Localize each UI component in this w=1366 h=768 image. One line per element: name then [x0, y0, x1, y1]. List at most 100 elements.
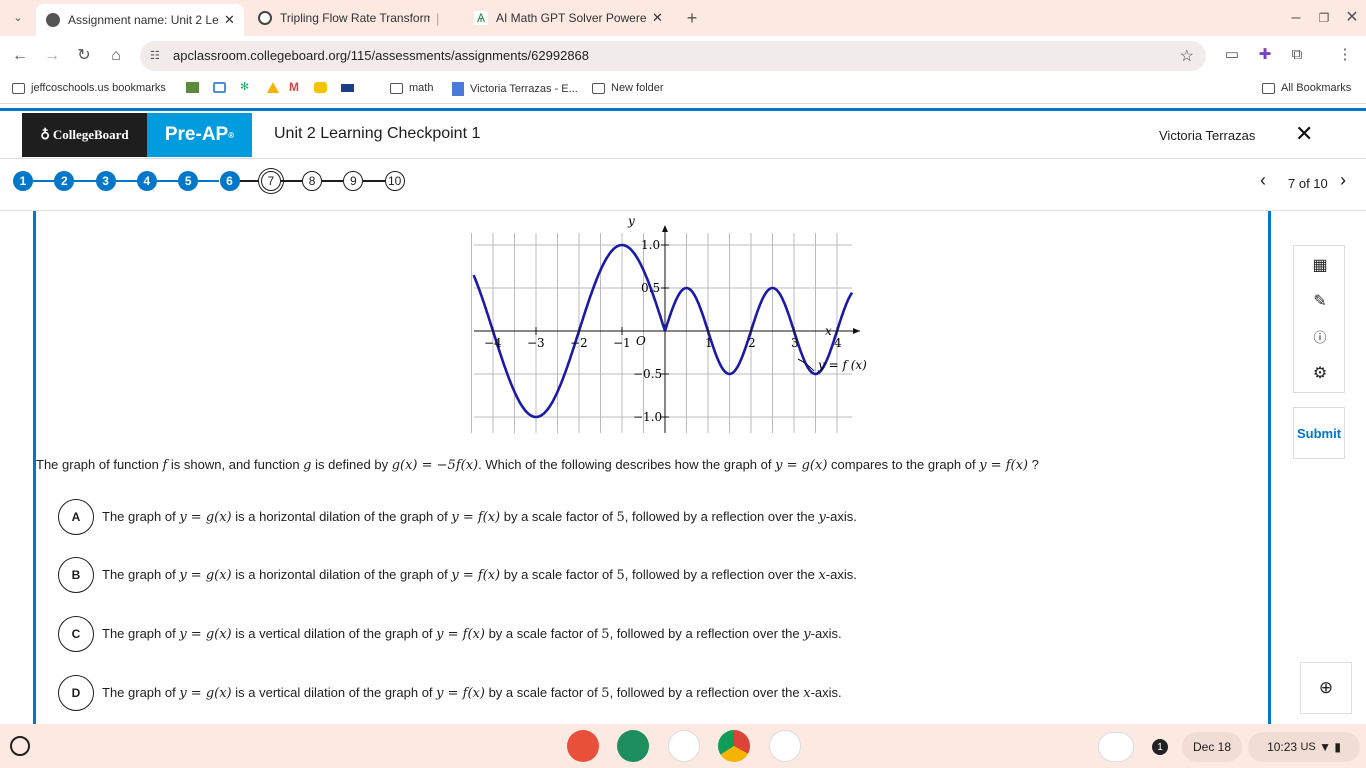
step-7[interactable]: 7: [260, 171, 281, 191]
next-question-icon[interactable]: ›: [1340, 170, 1346, 191]
pinwheel-icon[interactable]: ✻: [240, 82, 253, 93]
y-tick-label: −1.0: [633, 410, 662, 424]
new-tab-icon[interactable]: +: [680, 6, 704, 30]
gmail-icon[interactable]: M: [289, 81, 302, 93]
zoom-in-icon[interactable]: ⊕: [1300, 662, 1352, 714]
highlighter-icon[interactable]: ✎: [1308, 290, 1332, 314]
x-tick-label: 1: [705, 336, 713, 350]
wifi-icon: ▼: [1319, 740, 1331, 754]
step-connector: [280, 180, 303, 182]
address-bar[interactable]: ☷ apclassroom.collegeboard.org/115/asses…: [140, 41, 1206, 71]
x-axis-label: x: [825, 324, 832, 338]
back-icon[interactable]: ←: [8, 44, 32, 68]
bookmark-victoria[interactable]: Victoria Terrazas - E...: [452, 82, 578, 96]
tab-ai-math[interactable]: Ѧ AI Math GPT Solver Powered by ✕: [464, 4, 674, 32]
classroom-icon[interactable]: [186, 82, 199, 93]
close-tab-icon[interactable]: ✕: [652, 10, 663, 26]
acorn-icon: ♁: [40, 127, 50, 142]
option-letter: D: [58, 675, 94, 711]
answer-option-c[interactable]: C The graph of y = g(x) is a vertical di…: [58, 616, 1058, 652]
bookmark-math[interactable]: math: [390, 82, 433, 94]
canvas-app-icon[interactable]: [567, 730, 599, 762]
help-icon[interactable]: ⓘ: [1308, 326, 1332, 350]
step-connector: [363, 180, 385, 182]
globe-icon: [46, 13, 60, 27]
bookmark-jeffco[interactable]: jeffcoschools.us bookmarks: [12, 82, 166, 94]
answer-option-d[interactable]: D The graph of y = g(x) is a vertical di…: [58, 675, 1058, 711]
step-1[interactable]: 1: [13, 171, 33, 191]
notification-count[interactable]: 1: [1148, 732, 1172, 762]
question-stepper: 1 2 3 4 5 6 7 8 9 10 ‹ 7 of 10 ›: [0, 159, 1366, 211]
menu-kebab-icon[interactable]: ⋮: [1334, 44, 1356, 66]
step-4[interactable]: 4: [136, 171, 157, 191]
p-icon[interactable]: [213, 82, 226, 93]
step-connector: [33, 180, 55, 182]
curve-label: y = f (x): [817, 358, 867, 372]
step-8[interactable]: 8: [302, 171, 323, 191]
step-6[interactable]: 6: [219, 171, 240, 191]
calculator-icon[interactable]: ▦: [1308, 254, 1332, 278]
reader-icon[interactable]: ▭: [1221, 44, 1243, 66]
drive-app-icon[interactable]: [769, 730, 801, 762]
close-assessment-icon[interactable]: ✕: [1295, 123, 1313, 145]
bookmark-new-folder[interactable]: New folder: [592, 82, 664, 94]
submit-button[interactable]: Submit: [1293, 407, 1345, 459]
tab-divider-icon: |: [436, 10, 440, 26]
settings-gear-icon[interactable]: ⚙: [1308, 362, 1332, 386]
bookmarks-bar: jeffcoschools.us bookmarks ✻ M math Vict…: [0, 76, 1366, 104]
step-2[interactable]: 2: [54, 171, 75, 191]
site-info-icon[interactable]: ☷: [150, 49, 164, 63]
step-10[interactable]: 10: [384, 171, 405, 191]
step-5[interactable]: 5: [178, 171, 199, 191]
answer-option-a[interactable]: A The graph of y = g(x) is a horizontal …: [58, 499, 1058, 535]
tab-assignment[interactable]: Assignment name: Unit 2 Learn ✕: [36, 4, 244, 36]
question-content: x y O −4 −3 −2 −1 1 2 3 4 1.0 0.5 −0.5 −1.0 y = f (…: [33, 211, 1271, 727]
tools-panel: ▦ ✎ ⓘ ⚙: [1293, 245, 1345, 393]
option-letter: C: [58, 616, 94, 652]
x-tick-label: −4: [484, 336, 502, 350]
y-tick-label: 1.0: [641, 238, 660, 252]
step-9[interactable]: 9: [343, 171, 364, 191]
tab-search-icon[interactable]: ⌄: [6, 6, 30, 30]
tab-tripling-flow[interactable]: Tripling Flow Rate Transformat |: [248, 4, 456, 32]
answer-option-b[interactable]: B The graph of y = g(x) is a horizontal …: [58, 557, 1058, 593]
x-tick-label: 3: [791, 336, 799, 350]
previous-question-icon[interactable]: ‹: [1260, 170, 1266, 191]
home-icon[interactable]: ⌂: [104, 44, 128, 68]
status-area[interactable]: 10:23 US ▼ ▮: [1248, 732, 1360, 762]
launcher-icon[interactable]: [10, 736, 30, 756]
browser-tab-bar: ⌄ Assignment name: Unit 2 Learn ✕ Tripli…: [0, 0, 1366, 36]
drive-icon[interactable]: [267, 82, 279, 93]
preap-logo: Pre-AP ®: [147, 113, 252, 157]
all-bookmarks[interactable]: All Bookmarks: [1262, 82, 1351, 94]
close-tab-icon[interactable]: ✕: [224, 12, 235, 28]
chrome-icon[interactable]: [718, 730, 750, 762]
user-name: Victoria Terrazas: [1159, 128, 1256, 143]
reload-icon[interactable]: ↻: [72, 44, 96, 68]
collegeboard-logo: ♁ CollegeBoard: [22, 113, 147, 157]
restore-icon[interactable]: ❐: [1312, 6, 1336, 30]
extension-puzzle-purple-icon[interactable]: ✚: [1254, 44, 1276, 66]
extensions-icon[interactable]: ⧉: [1286, 44, 1308, 66]
date-pill[interactable]: Dec 18: [1182, 732, 1242, 762]
x-tick-label: −3: [527, 336, 545, 350]
play-store-icon[interactable]: [668, 730, 700, 762]
step-connector: [322, 180, 344, 182]
x-tick-label: −2: [570, 336, 588, 350]
docs-icon: [452, 82, 464, 96]
y-axis-arrow: [662, 225, 668, 232]
window-close-icon[interactable]: ✕: [1340, 6, 1364, 30]
folder-icon: [1262, 82, 1275, 94]
screenshot-thumbnail[interactable]: [1098, 732, 1134, 762]
folder-icon: [12, 82, 25, 94]
forward-icon[interactable]: →: [40, 44, 64, 68]
keep-icon[interactable]: [314, 82, 327, 93]
option-text: The graph of y = g(x) is a horizontal di…: [102, 567, 857, 583]
tool-icon[interactable]: [341, 83, 354, 92]
bookmark-star-icon[interactable]: ☆: [1180, 46, 1194, 66]
minimize-icon[interactable]: –: [1284, 6, 1308, 30]
option-text: The graph of y = g(x) is a vertical dila…: [102, 685, 842, 701]
step-3[interactable]: 3: [95, 171, 116, 191]
page-title: Unit 2 Learning Checkpoint 1: [274, 125, 481, 142]
classroom-app-icon[interactable]: [617, 730, 649, 762]
